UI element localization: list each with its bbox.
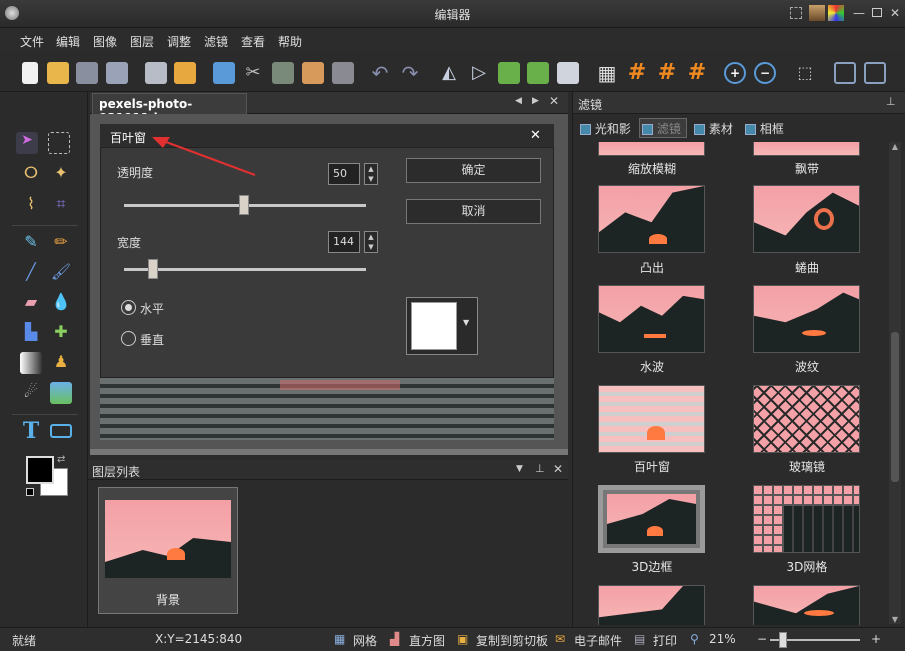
filter-label-ripple: 波纹	[794, 360, 819, 374]
filter-tab-frame-label: 相框	[759, 122, 784, 136]
scroll-down-icon[interactable]: ▼	[889, 615, 901, 624]
filter-scrollbar[interactable]: ▲ ▼	[889, 142, 901, 624]
layer-name: 背景	[155, 593, 180, 607]
status-ready: 就绪	[12, 634, 37, 648]
filter-thumb-zoom-blur[interactable]	[598, 142, 705, 156]
filter-label-curl: 蜷曲	[794, 261, 819, 275]
filter-thumb-blinds[interactable]	[598, 385, 705, 453]
filter-label-glass: 玻璃镜	[788, 460, 825, 474]
layer-panel-title: 图层列表	[92, 465, 141, 479]
filter-tab-filter-label: 滤镜	[656, 122, 681, 136]
histogram-icon[interactable]: ▟	[390, 632, 399, 646]
layer-item[interactable]: 背景	[98, 487, 238, 614]
zoom-increase-icon[interactable]: +	[871, 632, 881, 646]
status-histogram[interactable]: 直方图	[409, 632, 445, 649]
layer-panel-menu-icon[interactable]: ▼	[516, 464, 523, 474]
filter-label-blinds: 百叶窗	[633, 460, 670, 474]
layer-panel-pin-icon[interactable]: ⊥	[535, 462, 545, 475]
status-print[interactable]: 打印	[653, 632, 677, 649]
filter-tab-filter[interactable]: 滤镜	[639, 118, 687, 138]
zoom-decrease-icon[interactable]: −	[757, 632, 767, 646]
annotation-arrow-dialog	[157, 138, 256, 176]
filter-thumb-next-1[interactable]	[598, 585, 705, 625]
filter-thumb-ribbon[interactable]	[753, 142, 860, 156]
filter-tab-material[interactable]: 素材	[694, 120, 733, 137]
filter-tab-material-label: 素材	[708, 122, 733, 136]
grid-status-icon[interactable]: ▦	[334, 632, 345, 646]
filter-label-bulge: 凸出	[639, 261, 664, 275]
filter-label-3d-grid: 3D网格	[786, 560, 828, 574]
filter-tab-light[interactable]: 光和影	[580, 120, 631, 137]
printer-icon[interactable]: ▤	[634, 632, 645, 646]
scroll-thumb[interactable]	[891, 332, 899, 482]
zoom-slider-thumb[interactable]	[779, 632, 787, 648]
filter-tab-icon	[642, 124, 653, 135]
filter-label-water-wave: 水波	[639, 360, 664, 374]
clipboard-icon[interactable]: ▣	[457, 632, 468, 646]
status-zoom: 21%	[709, 632, 736, 646]
filter-panel-header	[573, 92, 905, 114]
filter-thumb-3d-border[interactable]	[598, 485, 705, 553]
status-copy-clipboard[interactable]: 复制到剪切板	[476, 632, 548, 649]
filter-label-zoom-blur: 缩放模糊	[627, 162, 676, 176]
filter-panel-pin-icon[interactable]: ⊥	[886, 95, 896, 108]
layer-panel-close-icon[interactable]: ✕	[553, 462, 563, 476]
light-tab-icon	[580, 124, 591, 135]
filter-tab-frame[interactable]: 相框	[745, 120, 784, 137]
filter-thumb-curl[interactable]	[753, 185, 860, 253]
filter-thumb-glass[interactable]	[753, 385, 860, 453]
frame-tab-icon	[745, 124, 756, 135]
layer-thumbnail	[105, 500, 231, 578]
status-grid[interactable]: 网格	[353, 632, 377, 649]
filter-label-3d-border: 3D边框	[631, 560, 673, 574]
filter-thumb-bulge[interactable]	[598, 185, 705, 253]
filter-thumb-3d-grid[interactable]	[753, 485, 860, 553]
filter-thumb-next-2[interactable]	[753, 585, 860, 625]
filter-thumb-ripple[interactable]	[753, 285, 860, 353]
layer-panel-header	[88, 460, 568, 480]
zoom-status-icon: ⚲	[690, 632, 699, 646]
status-coordinates: X:Y=2145:840	[155, 632, 243, 646]
mail-icon[interactable]: ✉	[555, 632, 565, 646]
filter-label-ribbon: 飘带	[794, 162, 819, 176]
filter-thumb-water-wave[interactable]	[598, 285, 705, 353]
filter-tab-light-label: 光和影	[594, 122, 631, 136]
filter-panel-title: 滤镜	[578, 98, 603, 112]
scroll-up-icon[interactable]: ▲	[889, 142, 901, 151]
material-tab-icon	[694, 124, 705, 135]
status-email[interactable]: 电子邮件	[574, 632, 622, 649]
